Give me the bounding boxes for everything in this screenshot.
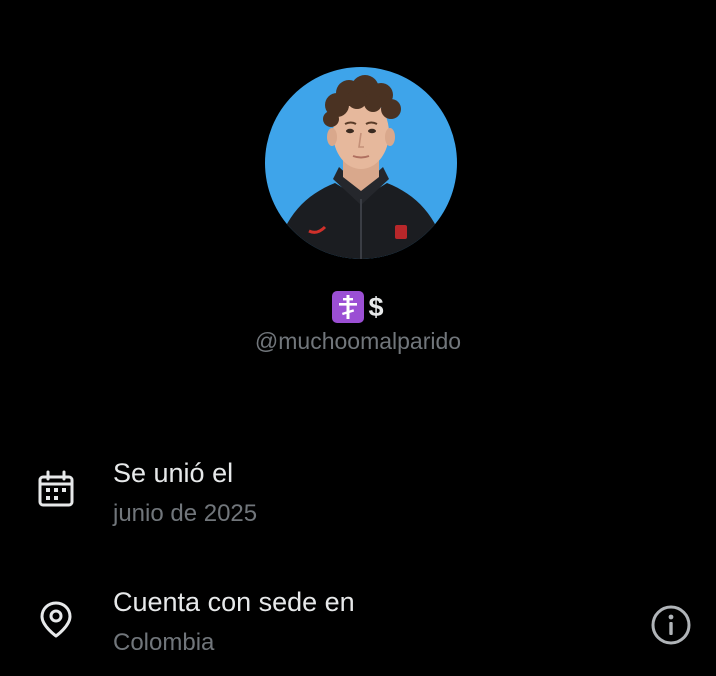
account-location-row: Cuenta con sede en Colombia	[0, 577, 716, 667]
display-name-text: $	[368, 292, 384, 322]
joined-date-value: junio de 2025	[113, 500, 258, 527]
joined-label: Se unió el	[113, 458, 234, 488]
profile-name: $	[0, 289, 716, 325]
location-label: Cuenta con sede en	[113, 587, 355, 617]
info-icon[interactable]	[650, 604, 692, 646]
orthodox-cross-icon	[332, 291, 365, 323]
calendar-icon	[36, 470, 76, 510]
location-value: Colombia	[113, 629, 215, 656]
joined-date-row: Se unió el junio de 2025	[0, 448, 716, 538]
profile-avatar[interactable]	[265, 67, 457, 259]
profile-handle: @muchoomalparido	[254, 328, 462, 354]
location-pin-icon	[36, 599, 76, 639]
